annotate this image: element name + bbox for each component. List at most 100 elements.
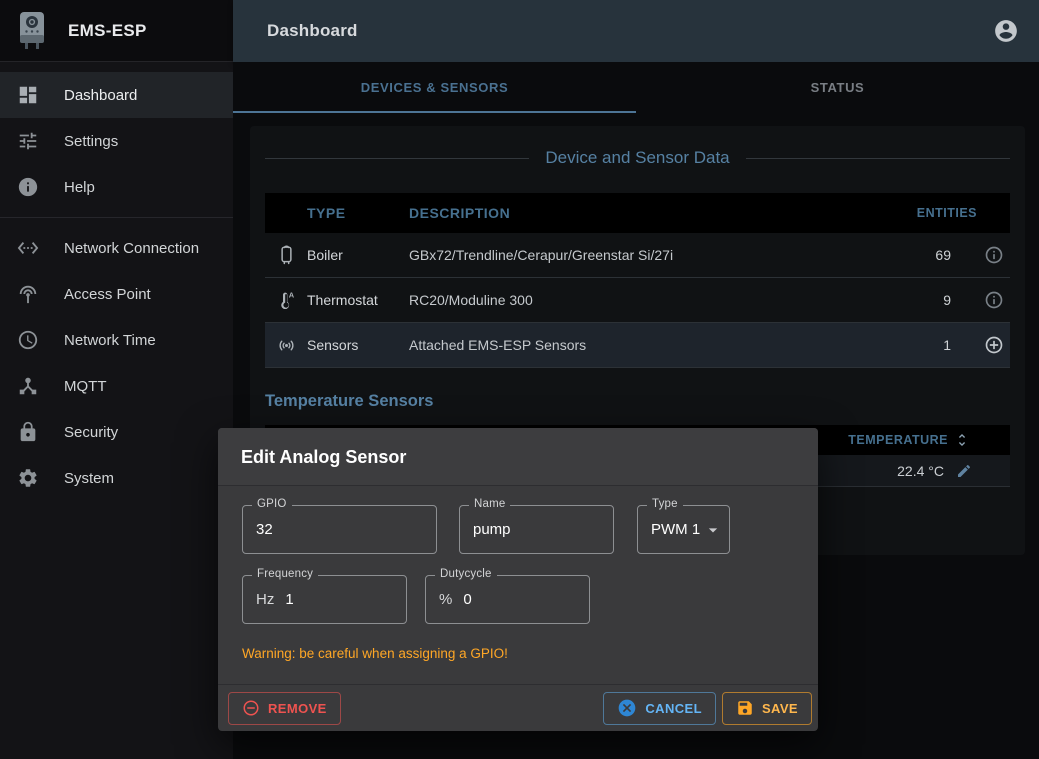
add-sensor-button[interactable] — [984, 335, 1004, 355]
tabbar: DEVICES & SENSORS STATUS — [233, 62, 1039, 113]
lock-icon — [17, 421, 39, 443]
clock-icon — [17, 329, 39, 351]
section-heading: Device and Sensor Data — [265, 148, 1010, 168]
frequency-unit: Hz — [256, 591, 274, 608]
page-title: Dashboard — [267, 21, 358, 41]
name-input[interactable] — [473, 521, 600, 538]
remove-circle-icon — [242, 699, 260, 717]
save-button-label: SAVE — [762, 701, 798, 716]
account-circle-icon — [993, 18, 1019, 44]
save-button[interactable]: SAVE — [722, 692, 812, 725]
wifi-tethering-icon — [17, 283, 39, 305]
remove-button-label: REMOVE — [268, 701, 327, 716]
device-type: Sensors — [307, 337, 409, 353]
gpio-label: GPIO — [252, 498, 292, 510]
hub-icon — [17, 375, 39, 397]
device-type: Boiler — [307, 247, 409, 263]
edit-analog-sensor-dialog: Edit Analog Sensor GPIO Name Type PWM 1 … — [218, 428, 818, 731]
sidebar-item-label: System — [64, 470, 114, 487]
frequency-label: Frequency — [252, 568, 318, 580]
type-select[interactable]: Type PWM 1 — [637, 505, 730, 554]
gpio-input[interactable] — [256, 521, 423, 538]
dutycycle-field: Dutycycle % — [425, 575, 590, 624]
edit-sensor-button[interactable] — [956, 463, 972, 479]
temperature-section-title: Temperature Sensors — [265, 392, 433, 411]
table-row-boiler[interactable]: Boiler GBx72/Trendline/Cerapur/Greenstar… — [265, 233, 1010, 278]
temperature-value: 22.4 °C — [897, 463, 944, 479]
sidebar-item-network-connection[interactable]: Network Connection — [0, 225, 233, 271]
frequency-input[interactable] — [285, 591, 393, 608]
sidebar-nav: Dashboard Settings Help Network Connecti… — [0, 62, 233, 501]
chevron-down-icon — [703, 520, 723, 540]
sidebar-item-dashboard[interactable]: Dashboard — [0, 72, 233, 118]
device-entities: 69 — [880, 247, 977, 263]
gear-icon — [17, 467, 39, 489]
sidebar-item-network-time[interactable]: Network Time — [0, 317, 233, 363]
table-row-sensors[interactable]: Sensors Attached EMS-ESP Sensors 1 — [265, 323, 1010, 368]
name-field: Name — [459, 505, 614, 554]
dashboard-icon — [17, 84, 39, 106]
device-description: GBx72/Trendline/Cerapur/Greenstar Si/27i — [409, 247, 880, 263]
dutycycle-input[interactable] — [463, 591, 576, 608]
gpio-warning-text: Warning: be careful when assigning a GPI… — [242, 646, 508, 661]
account-button[interactable] — [993, 17, 1021, 45]
dialog-title: Edit Analog Sensor — [218, 428, 818, 486]
device-entities: 1 — [880, 337, 977, 353]
sidebar-item-label: Access Point — [64, 286, 151, 303]
info-outline-icon — [984, 245, 1004, 265]
device-description: RC20/Moduline 300 — [409, 292, 880, 308]
topbar: Dashboard — [233, 0, 1039, 62]
tune-icon — [17, 130, 39, 152]
sidebar-item-label: Dashboard — [64, 87, 137, 104]
sidebar-item-label: Settings — [64, 133, 118, 150]
sidebar-item-mqtt[interactable]: MQTT — [0, 363, 233, 409]
devices-table-header: TYPE DESCRIPTION ENTITIES — [265, 193, 1010, 233]
pencil-icon — [956, 463, 972, 479]
sidebar-item-label: Help — [64, 179, 95, 196]
cancel-button-label: CANCEL — [645, 701, 702, 716]
devices-section-title: Device and Sensor Data — [545, 148, 729, 168]
sidebar-item-system[interactable]: System — [0, 455, 233, 501]
column-description: DESCRIPTION — [409, 205, 880, 221]
type-value: PWM 1 — [651, 521, 700, 538]
sidebar: EMS-ESP Dashboard Settings Help Network … — [0, 0, 233, 759]
dutycycle-label: Dutycycle — [435, 568, 497, 580]
table-row-thermostat[interactable]: A Thermostat RC20/Moduline 300 9 — [265, 278, 1010, 323]
thermostat-icon: A — [276, 290, 297, 311]
ems-esp-app: EMS-ESP Dashboard Settings Help Network … — [0, 0, 1039, 759]
sidebar-divider — [0, 217, 233, 218]
sidebar-item-settings[interactable]: Settings — [0, 118, 233, 164]
cancel-button[interactable]: CANCEL — [603, 692, 716, 725]
info-button[interactable] — [984, 290, 1004, 310]
device-entities: 9 — [880, 292, 977, 308]
dialog-footer: REMOVE CANCEL SAVE — [218, 684, 818, 731]
sort-icon — [954, 432, 970, 448]
type-label: Type — [647, 498, 683, 510]
sidebar-item-help[interactable]: Help — [0, 164, 233, 210]
svg-text:A: A — [288, 290, 294, 299]
frequency-field: Frequency Hz — [242, 575, 407, 624]
column-temperature: TEMPERATURE — [848, 433, 948, 447]
sensors-icon — [276, 335, 297, 356]
heading-rule — [746, 158, 1010, 159]
info-button[interactable] — [984, 245, 1004, 265]
info-icon — [17, 176, 39, 198]
add-circle-icon — [984, 335, 1004, 355]
heading-rule — [265, 158, 529, 159]
sidebar-item-access-point[interactable]: Access Point — [0, 271, 233, 317]
sidebar-item-label: Network Connection — [64, 240, 199, 257]
sidebar-item-label: MQTT — [64, 378, 107, 395]
boiler-icon — [276, 245, 297, 266]
column-type: TYPE — [307, 205, 409, 221]
remove-button[interactable]: REMOVE — [228, 692, 341, 725]
tab-status[interactable]: STATUS — [636, 62, 1039, 113]
device-description: Attached EMS-ESP Sensors — [409, 337, 880, 353]
tab-devices-sensors[interactable]: DEVICES & SENSORS — [233, 62, 636, 113]
ems-esp-logo-icon — [13, 9, 51, 53]
devices-table: TYPE DESCRIPTION ENTITIES Boiler GBx72/T… — [265, 193, 1010, 368]
info-outline-icon — [984, 290, 1004, 310]
sidebar-item-security[interactable]: Security — [0, 409, 233, 455]
save-icon — [736, 699, 754, 717]
ethernet-icon — [17, 237, 39, 259]
sidebar-item-label: Network Time — [64, 332, 156, 349]
